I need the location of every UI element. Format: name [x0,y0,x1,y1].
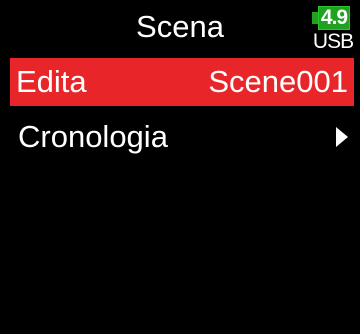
menu-item-label: Cronologia [18,119,168,154]
power-source-label: USB [312,30,354,53]
battery-level: 4.9 [320,6,348,29]
menu-item-value: Scene001 [208,64,348,99]
chevron-right-icon [336,127,348,147]
menu-item-cronologia[interactable]: Cronologia [0,112,360,162]
menu-item-label: Edita [16,64,87,99]
menu-item-edita[interactable]: Edita Scene001 [10,58,354,106]
battery-indicator: 4.9 USB [312,4,354,54]
page-title: Scena [136,9,224,44]
menu-list: Edita Scene001 Cronologia [0,58,360,162]
header: Scena 4.9 USB [0,0,360,56]
